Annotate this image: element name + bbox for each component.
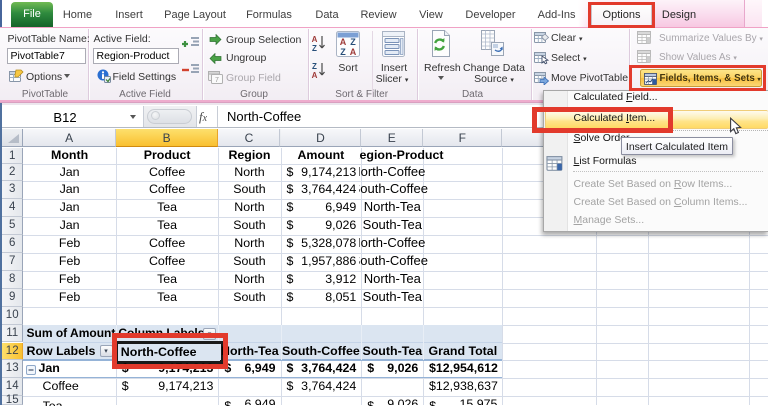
svg-text:A: A bbox=[312, 35, 318, 44]
svg-text:A: A bbox=[350, 47, 357, 57]
svg-text:Z: Z bbox=[312, 44, 317, 52]
svg-text:7: 7 bbox=[215, 77, 219, 84]
svg-text:Z: Z bbox=[340, 47, 346, 57]
svg-text:A: A bbox=[312, 71, 318, 79]
svg-text:Z: Z bbox=[350, 37, 356, 47]
svg-text:Z: Z bbox=[312, 62, 317, 71]
svg-text:A: A bbox=[340, 37, 347, 47]
